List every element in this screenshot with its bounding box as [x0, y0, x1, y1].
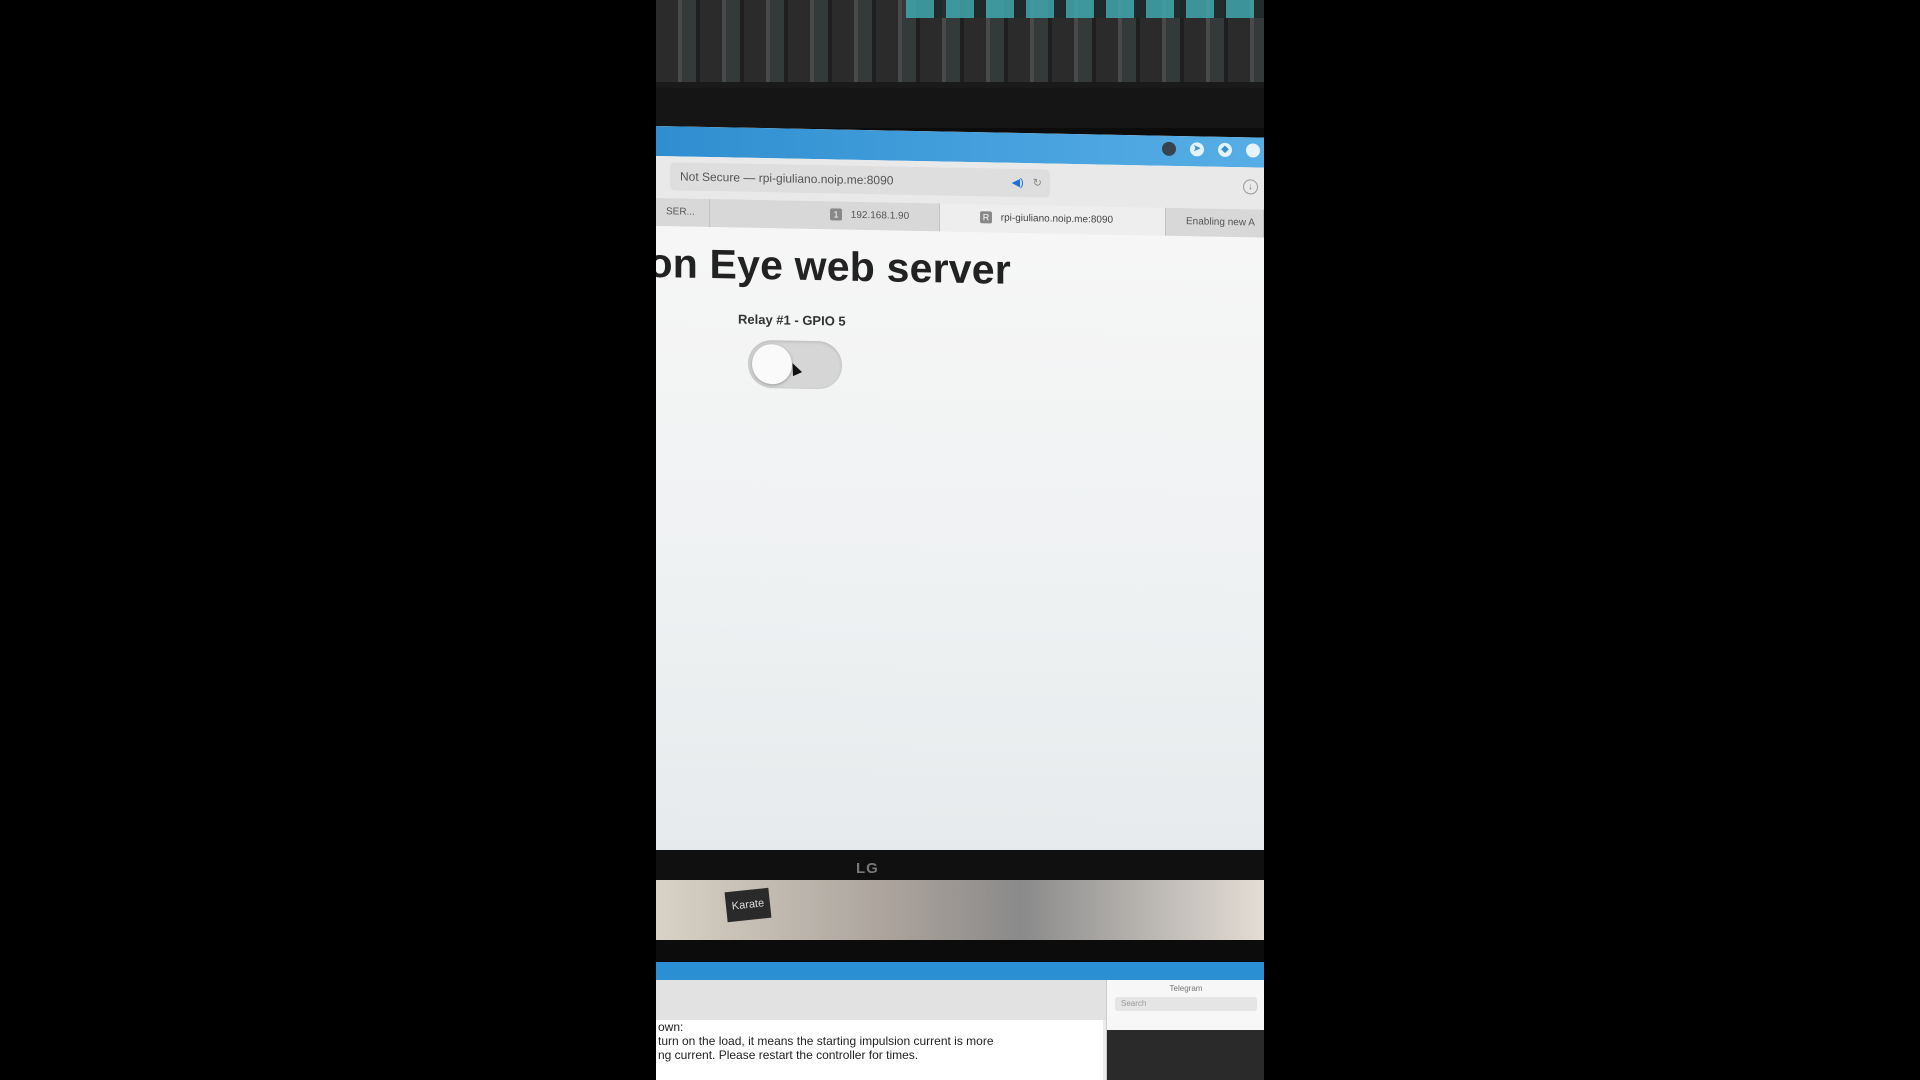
tab-ser[interactable]: SER... [656, 198, 710, 228]
tab-label: SER... [666, 206, 695, 218]
tab-label: 192.168.1.90 [850, 209, 910, 222]
tab-local-ip[interactable]: 1 192.168.1.90 [710, 199, 940, 232]
monitor-screen: ➤ ◆ Not Secure — rpi-giuliano.noip.me:80… [656, 126, 1264, 872]
laptop-menu-bar [656, 962, 1264, 980]
document-toolbar [656, 980, 1106, 1020]
address-text: Not Secure — rpi-giuliano.noip.me:8090 [680, 169, 894, 188]
toggle-knob[interactable] [752, 343, 792, 385]
tab-enabling[interactable]: Enabling new A [1166, 207, 1264, 238]
monitor-bezel-top [656, 88, 1264, 128]
page-title: tion Eye web server [656, 239, 1011, 293]
telegram-title: Telegram [1169, 984, 1203, 993]
tab-favicon: R [980, 211, 992, 224]
tab-favicon: 1 [830, 208, 842, 221]
page-content: tion Eye web server Relay #1 - GPIO 5 [656, 226, 1264, 872]
doc-line: turn on the load, it means the starting … [658, 1034, 994, 1048]
relay-label: Relay #1 - GPIO 5 [738, 311, 846, 329]
address-bar[interactable]: Not Secure — rpi-giuliano.noip.me:8090 ◀… [670, 162, 1050, 198]
relay-toggle[interactable] [748, 339, 842, 390]
doc-line: own: [658, 1020, 684, 1034]
document-text: own: turn on the load, it means the star… [656, 1020, 1103, 1080]
tab-rpi-server[interactable]: R rpi-giuliano.noip.me:8090 [940, 203, 1166, 236]
telegram-panel: Telegram Search [1106, 980, 1264, 1080]
karate-box: Karate [724, 887, 772, 923]
speaker-icon[interactable]: ◀) [1012, 177, 1024, 189]
download-icon[interactable]: ↓ [1243, 179, 1258, 195]
bookshelf [656, 0, 1264, 88]
monitor-brand-logo: LG [856, 860, 879, 877]
mouse-cursor-icon [787, 361, 803, 377]
tab-label: rpi-giuliano.noip.me:8090 [1000, 212, 1114, 226]
status-icon[interactable] [1246, 143, 1260, 158]
telegram-search-input[interactable]: Search [1115, 997, 1257, 1011]
laptop-screen: own: turn on the load, it means the star… [656, 980, 1264, 1080]
photo-frame: ➤ ◆ Not Secure — rpi-giuliano.noip.me:80… [656, 0, 1264, 1080]
tab-label: Enabling new A [1186, 216, 1255, 229]
doc-line: ng current. Please restart the controlle… [658, 1048, 919, 1062]
navigation-icon[interactable]: ➤ [1190, 142, 1204, 157]
reload-icon[interactable]: ↻ [1033, 177, 1042, 189]
record-icon[interactable] [1162, 141, 1176, 156]
telegram-chat-list [1107, 1030, 1264, 1080]
dropbox-icon[interactable]: ◆ [1218, 142, 1232, 158]
